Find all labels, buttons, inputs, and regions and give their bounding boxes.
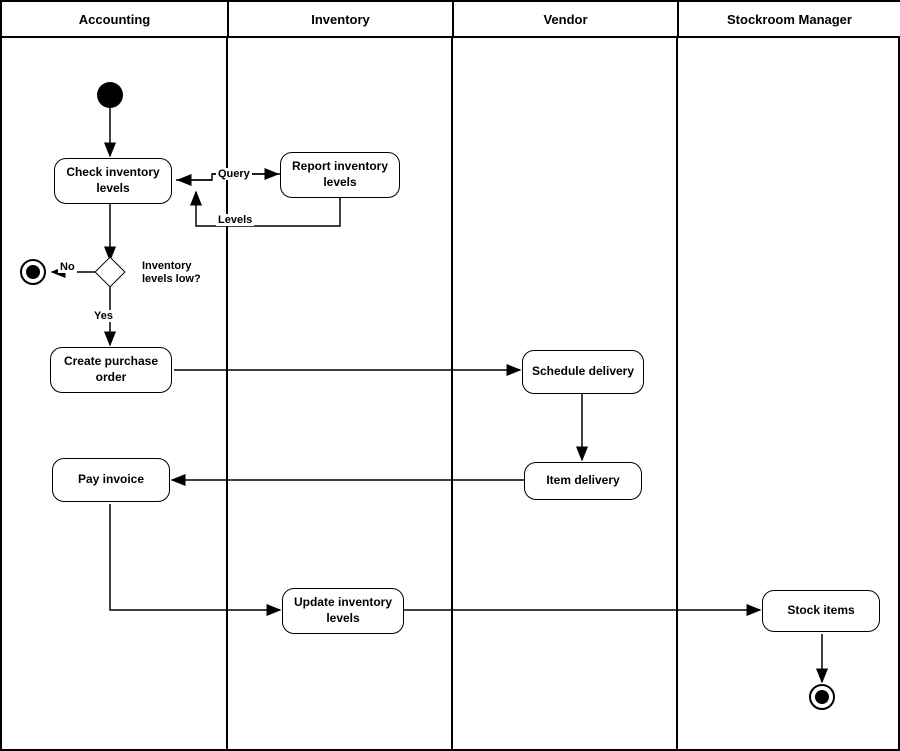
label-query: Query [216, 168, 252, 180]
lane-divider [676, 38, 678, 749]
activity-create-po: Create purchase order [50, 347, 172, 393]
label-levels: Levels [216, 214, 254, 226]
end-node-no [20, 259, 46, 285]
lane-header-inventory: Inventory [227, 2, 452, 38]
activity-schedule-delivery: Schedule delivery [522, 350, 644, 394]
end-node-final [809, 684, 835, 710]
label-yes: Yes [92, 310, 115, 322]
swimlane-diagram: Accounting Inventory Vendor Stockroom Ma… [0, 0, 900, 751]
lane-header-vendor: Vendor [452, 2, 677, 38]
activity-report-inventory: Report inventory levels [280, 152, 400, 198]
label-no: No [58, 261, 77, 273]
activity-update-inventory: Update inventory levels [282, 588, 404, 634]
decision-inventory-low [94, 256, 125, 287]
start-node [97, 82, 123, 108]
activity-check-inventory: Check inventory levels [54, 158, 172, 204]
activity-pay-invoice: Pay invoice [52, 458, 170, 502]
activity-item-delivery: Item delivery [524, 462, 642, 500]
activity-stock-items: Stock items [762, 590, 880, 632]
lane-divider [226, 38, 228, 749]
lane-divider [451, 38, 453, 749]
lane-header-stockroom: Stockroom Manager [677, 2, 900, 38]
decision-label: Inventory levels low? [140, 260, 210, 286]
lane-header-accounting: Accounting [2, 2, 227, 38]
